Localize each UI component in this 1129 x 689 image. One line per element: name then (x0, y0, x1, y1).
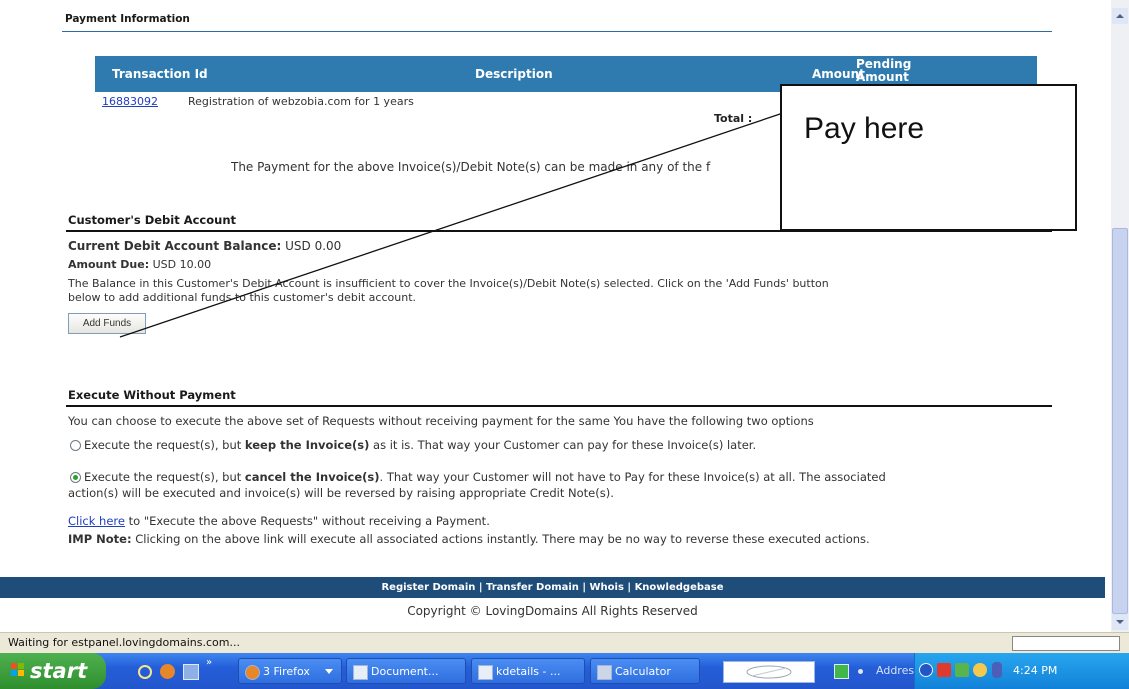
windows-logo-icon (11, 663, 25, 677)
vertical-scrollbar[interactable] (1111, 0, 1129, 632)
tray-volume-icon[interactable] (973, 663, 987, 677)
progress-bar (1012, 636, 1120, 651)
calculator-icon (597, 665, 612, 680)
scroll-down-icon[interactable] (1112, 614, 1128, 630)
tray-security-icon[interactable] (992, 662, 1002, 678)
firefox-quicklaunch-icon[interactable] (160, 664, 175, 679)
clock: 4:24 PM (1013, 664, 1058, 677)
tray-expand-icon[interactable] (858, 669, 863, 674)
pay-here-callout: Pay here (780, 84, 1077, 231)
taskbar-kdetails[interactable]: kdetails - ... (471, 658, 585, 684)
taskbar-firefox-label: 3 Firefox (263, 665, 310, 678)
start-button[interactable]: start (0, 653, 106, 689)
nero-toolbar-logo[interactable] (723, 661, 815, 683)
firefox-icon (245, 665, 260, 680)
tray-chevron-icon[interactable] (919, 663, 933, 677)
scroll-up-icon[interactable] (1112, 8, 1128, 24)
pay-here-text: Pay here (804, 112, 925, 145)
document-icon (353, 665, 368, 680)
page-content: Payment Information Transaction Id Descr… (0, 0, 1110, 632)
tray-network-icon[interactable] (955, 663, 969, 677)
quicklaunch-more-icon[interactable]: » (206, 657, 212, 668)
taskbar-document[interactable]: Document... (346, 658, 466, 684)
document-icon (478, 665, 493, 680)
system-tray: 4:24 PM (914, 653, 1129, 689)
status-text: Waiting for estpanel.lovingdomains.com..… (8, 636, 240, 649)
desktop-quicklaunch-icon[interactable] (183, 664, 199, 680)
scroll-thumb[interactable] (1112, 228, 1128, 614)
start-label: start (30, 659, 88, 683)
ie-quicklaunch-icon[interactable] (138, 665, 152, 679)
browser-status-bar: Waiting for estpanel.lovingdomains.com..… (0, 632, 1129, 654)
taskbar-kdetails-label: kdetails - ... (496, 665, 561, 678)
green-app-icon[interactable] (834, 664, 849, 679)
windows-taskbar: start » 3 Firefox Document... kdetails -… (0, 653, 1129, 689)
chevron-down-icon (325, 669, 333, 674)
taskbar-calculator-label: Calculator (615, 665, 671, 678)
taskbar-document-label: Document... (371, 665, 439, 678)
tray-shield-icon[interactable] (937, 663, 951, 677)
taskbar-calculator[interactable]: Calculator (590, 658, 700, 684)
